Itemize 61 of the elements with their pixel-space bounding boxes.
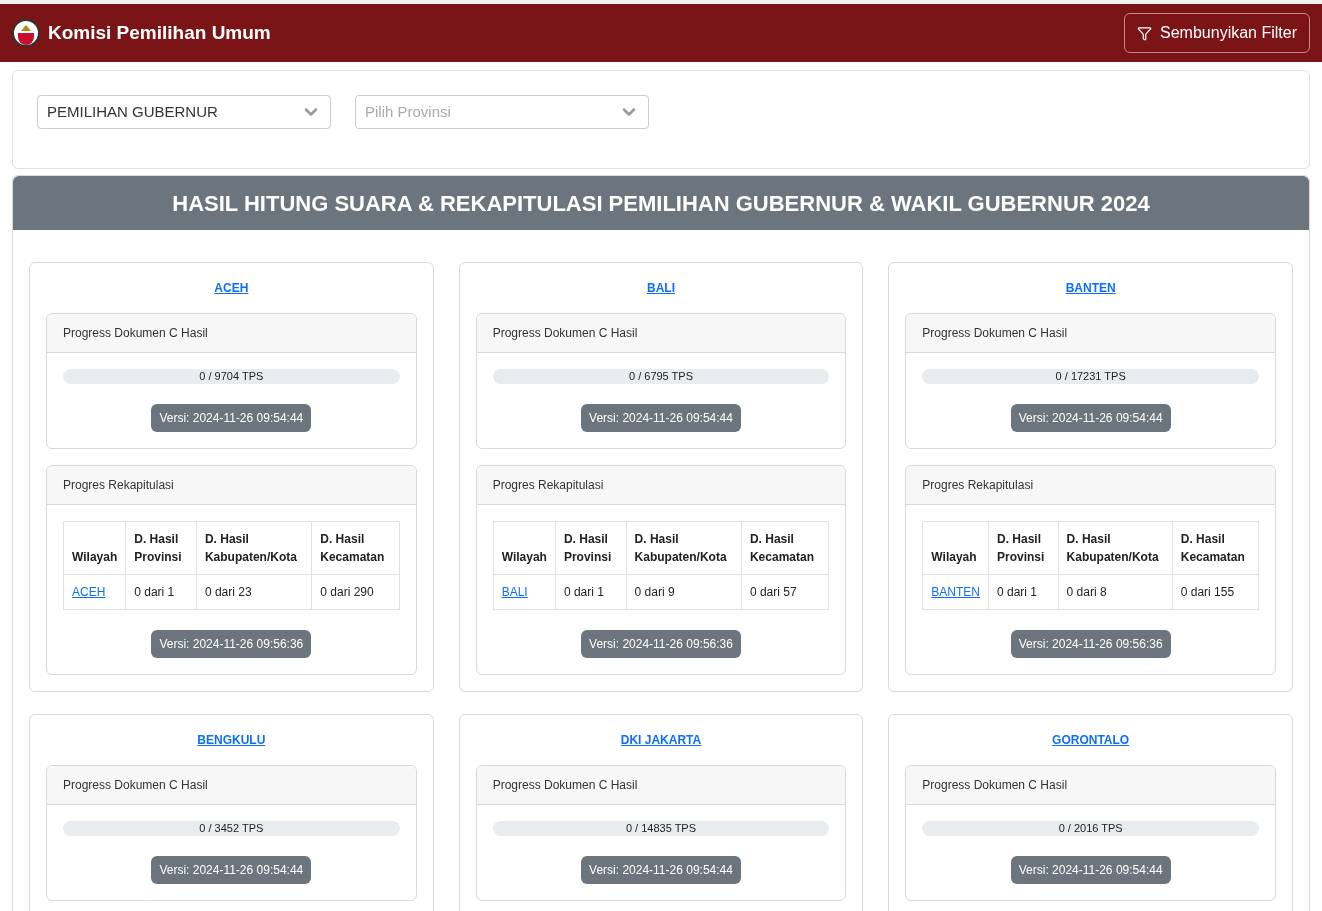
column-header: D. Hasil Provinsi: [555, 521, 627, 575]
select-field[interactable]: Pilih Provinsi: [355, 95, 649, 129]
progress-label: 0 / 2016 TPS: [1057, 821, 1124, 836]
progress-label: 0 / 14835 TPS: [624, 821, 698, 836]
panel-heading: Progress Dokumen C Hasil: [476, 314, 846, 353]
panel-heading: Progress Dokumen C Hasil: [476, 766, 846, 805]
province-link[interactable]: GORONTALO: [1052, 731, 1130, 749]
panel-heading: Progres Rekapitulasi: [476, 466, 846, 505]
column-header: D. Hasil Kabupaten/Kota: [626, 521, 742, 575]
column-header: D. Hasil Kecamatan: [741, 521, 829, 575]
progress-label: 0 / 17231 TPS: [1054, 369, 1127, 384]
column-header: D. Hasil Provinsi: [988, 521, 1059, 575]
column-header: D. Hasil Kabupaten/Kota: [1058, 521, 1173, 575]
version-badge: Versi: 2024-11-26 09:56:36: [1010, 630, 1171, 658]
province-link[interactable]: BALI: [647, 279, 675, 297]
column-header: Wilayah: [493, 521, 556, 575]
version-badge: Versi: 2024-11-26 09:54:44: [1010, 404, 1171, 432]
panel-heading: Progres Rekapitulasi: [906, 466, 1275, 505]
column-header: D. Hasil Provinsi: [125, 521, 197, 575]
version-badge: Versi: 2024-11-26 09:54:44: [581, 856, 741, 884]
version-badge: Versi: 2024-11-26 09:54:44: [581, 404, 741, 432]
table-cell: 0 dari 1: [997, 585, 1038, 599]
version-badge: Versi: 2024-11-26 09:54:44: [1010, 856, 1171, 884]
emblem-icon: [12, 19, 40, 47]
select-placeholder: Pilih Provinsi: [365, 101, 451, 122]
app-title: Komisi Pemilihan Umum: [48, 20, 271, 45]
table-cell: 0 dari 57: [749, 585, 797, 599]
table-cell: 0 dari 8: [1066, 585, 1107, 599]
province-link[interactable]: BANTEN: [1065, 279, 1116, 297]
column-header: Wilayah: [922, 521, 989, 575]
province-link[interactable]: DKI JAKARTA: [620, 731, 702, 749]
column-header: D. Hasil Kabupaten/Kota: [196, 521, 312, 575]
banner-title: HASIL HITUNG SUARA & REKAPITULASI PEMILIHAN GUBERNUR & WAKIL GUBERNUR 2024: [172, 189, 1150, 218]
panel-heading: Progress Dokumen C Hasil: [906, 314, 1275, 353]
progress-label: 0 / 3452 TPS: [198, 821, 265, 836]
version-badge: Versi: 2024-11-26 09:54:44: [151, 856, 312, 884]
column-header: D. Hasil Kecamatan: [1172, 521, 1259, 575]
province-link[interactable]: BENGKULU: [197, 731, 266, 749]
region-link[interactable]: BALI: [501, 585, 528, 599]
filter-icon: [1137, 25, 1153, 41]
province-link[interactable]: ACEH: [214, 279, 249, 297]
hide-filter-button[interactable]: Sembunyikan Filter: [1124, 13, 1310, 53]
select-value: PEMILIHAN GUBERNUR: [47, 101, 218, 122]
table-cell: 0 dari 9: [634, 585, 675, 599]
column-header: Wilayah: [63, 521, 126, 575]
panel-heading: Progress Dokumen C Hasil: [47, 766, 416, 805]
panel-heading: Progress Dokumen C Hasil: [906, 766, 1275, 805]
progress-label: 0 / 9704 TPS: [198, 369, 265, 384]
version-badge: Versi: 2024-11-26 09:56:36: [581, 630, 741, 658]
panel-heading: Progress Dokumen C Hasil: [47, 314, 416, 353]
table-cell: 0 dari 23: [204, 585, 252, 599]
table-cell: 0 dari 290: [320, 585, 374, 599]
table-cell: 0 dari 1: [563, 585, 604, 599]
table-cell: 0 dari 1: [134, 585, 175, 599]
table-cell: 0 dari 155: [1180, 585, 1235, 599]
version-badge: Versi: 2024-11-26 09:56:36: [151, 630, 312, 658]
column-header: D. Hasil Kecamatan: [311, 521, 400, 575]
version-badge: Versi: 2024-11-26 09:54:44: [151, 404, 312, 432]
progress-label: 0 / 6795 TPS: [628, 369, 694, 384]
panel-heading: Progres Rekapitulasi: [47, 466, 416, 505]
select-field[interactable]: PEMILIHAN GUBERNUR: [37, 95, 331, 129]
